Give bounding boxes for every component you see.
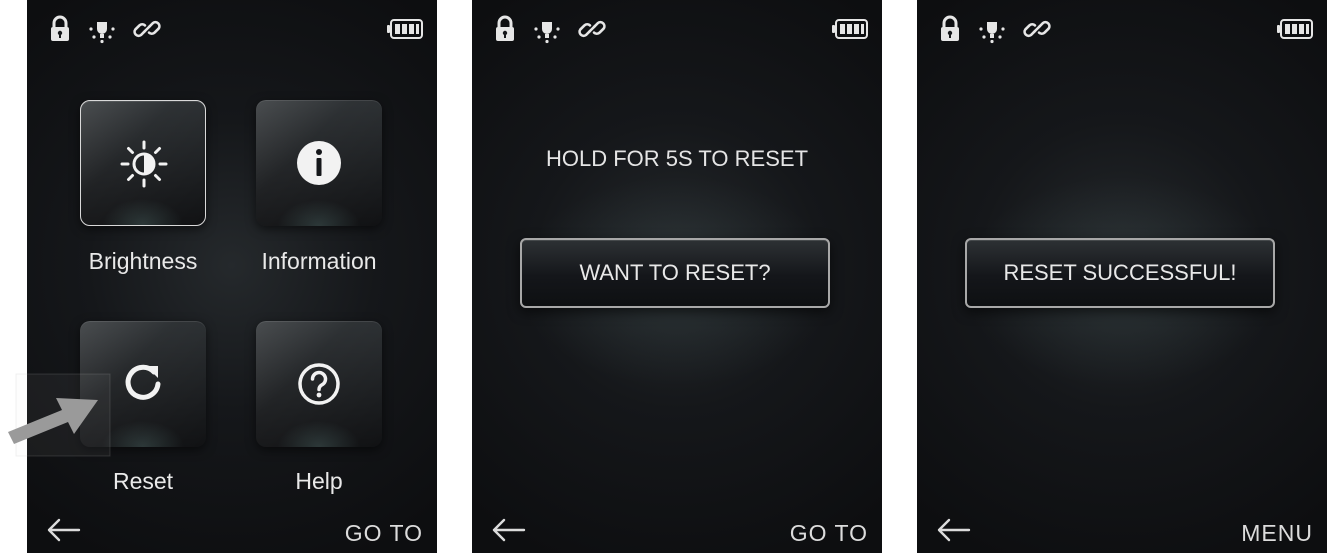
brightness-tile[interactable] [80,100,206,226]
menu-button[interactable]: MENU [1241,520,1313,547]
back-arrow-icon[interactable] [488,515,528,545]
light-icon [87,14,117,44]
lock-icon [935,14,965,44]
reset-success-screen: RESET SUCCESSFUL! MENU [917,0,1327,553]
reset-tile[interactable] [80,321,206,447]
battery-icon [832,19,868,39]
light-icon [532,14,562,44]
status-bar [472,0,882,50]
battery-icon [387,19,423,39]
reset-label: Reset [112,468,174,494]
menu-screen: Brightness Information Reset Help GO TO [27,0,437,553]
information-label: Information [261,248,377,274]
help-tile[interactable] [256,321,382,447]
brightness-icon [120,140,168,188]
go-to-button[interactable]: GO TO [345,520,423,547]
reset-icon [125,364,161,400]
status-bar [27,0,437,50]
go-to-button[interactable]: GO TO [790,520,868,547]
help-icon [298,363,340,405]
help-label: Help [295,468,343,494]
information-tile[interactable] [256,100,382,226]
hold-to-reset-prompt: HOLD FOR 5S TO RESET [545,146,809,171]
link-icon [577,14,607,44]
back-arrow-icon[interactable] [43,515,83,545]
light-icon [977,14,1007,44]
lock-icon [490,14,520,44]
want-to-reset-button[interactable]: WANT TO RESET? [520,238,830,308]
info-icon [297,141,341,185]
link-icon [132,14,162,44]
lock-icon [45,14,75,44]
back-arrow-icon[interactable] [933,515,973,545]
brightness-label: Brightness [88,248,198,274]
reset-successful-message: RESET SUCCESSFUL! [965,238,1275,308]
status-bar [917,0,1327,50]
battery-icon [1277,19,1313,39]
reset-confirm-screen: HOLD FOR 5S TO RESET WANT TO RESET? GO T… [472,0,882,553]
link-icon [1022,14,1052,44]
